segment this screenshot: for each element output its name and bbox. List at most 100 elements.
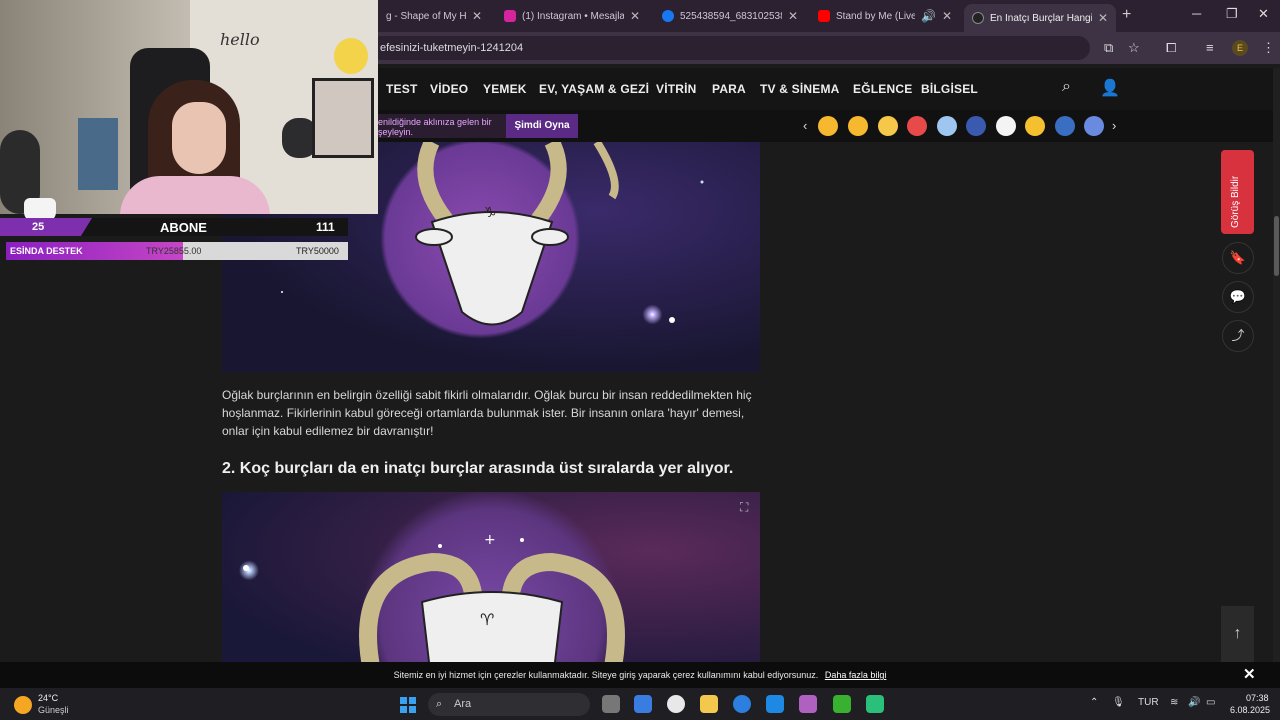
scrollbar-track[interactable] bbox=[1273, 68, 1280, 668]
chrome-icon[interactable] bbox=[667, 695, 685, 713]
share-icon[interactable]: ⤴ bbox=[1222, 320, 1254, 352]
weather-sun-icon[interactable] bbox=[14, 696, 32, 714]
nav-item-tv-sinema[interactable]: TV & SİNEMA bbox=[760, 82, 840, 96]
screen: g - Shape of My Hear ✕ (1) Instagram • M… bbox=[0, 0, 1280, 720]
webcam-painting bbox=[78, 118, 118, 190]
edge-icon[interactable] bbox=[733, 695, 751, 713]
facebook-icon bbox=[662, 10, 674, 22]
volume-icon[interactable]: 🔊 bbox=[1188, 697, 1200, 708]
webcam-duck-plush bbox=[334, 38, 368, 74]
copilot-icon[interactable] bbox=[634, 695, 652, 713]
webcam-person-face bbox=[172, 102, 226, 174]
save-bookmark-icon[interactable]: 🔖 bbox=[1222, 242, 1254, 274]
emoji-thinking-icon[interactable] bbox=[1025, 116, 1045, 136]
emoji-angry-icon[interactable] bbox=[907, 116, 927, 136]
xbox-icon[interactable] bbox=[833, 695, 851, 713]
close-icon[interactable]: ✕ bbox=[1098, 11, 1108, 25]
emoji-crying-icon[interactable] bbox=[848, 116, 868, 136]
restore-icon[interactable]: ❐ bbox=[1226, 6, 1238, 22]
wifi-icon[interactable]: ≋ bbox=[1170, 697, 1178, 708]
play-now-button[interactable]: Şimdi Oyna bbox=[506, 114, 578, 138]
donation-label: ESİNDA DESTEK bbox=[10, 246, 83, 256]
emoji-surprised-icon[interactable] bbox=[937, 116, 957, 136]
speaker-icon[interactable]: 🔊 bbox=[921, 9, 936, 23]
scrollbar-thumb[interactable] bbox=[1274, 216, 1279, 276]
emoji-badge2-icon[interactable] bbox=[1084, 116, 1104, 136]
subscriber-count: 111 bbox=[316, 220, 335, 234]
svg-text:♑: ♑ bbox=[484, 205, 497, 221]
task-view-icon[interactable] bbox=[602, 695, 620, 713]
taskbar-search-input[interactable]: Ara bbox=[428, 693, 590, 716]
reading-list-icon[interactable]: ≡ bbox=[1206, 40, 1214, 55]
weather-description[interactable]: Güneşli bbox=[38, 705, 69, 715]
tab-facebook[interactable]: 525438594_68310253808 ✕ bbox=[654, 4, 806, 28]
nav-item-vitrin[interactable]: VİTRİN bbox=[656, 82, 697, 96]
minimize-icon[interactable]: ─ bbox=[1192, 6, 1201, 21]
nav-item-test[interactable]: TEST bbox=[386, 82, 417, 96]
window-close-icon[interactable]: ✕ bbox=[1258, 6, 1269, 22]
app-icon[interactable] bbox=[799, 695, 817, 713]
tray-chevron-icon[interactable]: ⌃ bbox=[1090, 697, 1098, 708]
emoji-heart-eyes-icon[interactable] bbox=[818, 116, 838, 136]
user-icon[interactable]: 👤 bbox=[1100, 78, 1120, 98]
search-icon: ⌕ bbox=[436, 698, 443, 710]
donation-bar: ESİNDA DESTEK TRY25855.00 TRY50000 bbox=[6, 242, 348, 260]
close-icon[interactable]: ✕ bbox=[472, 9, 482, 23]
chevron-left-icon[interactable]: ‹ bbox=[803, 118, 807, 133]
comments-icon[interactable]: 💬 bbox=[1222, 281, 1254, 313]
bookmark-star-icon[interactable]: ☆ bbox=[1128, 40, 1140, 56]
nav-item-eglence[interactable]: EĞLENCE bbox=[853, 82, 912, 96]
close-icon[interactable]: ✕ bbox=[942, 9, 952, 23]
clock-date[interactable]: 6.08.2025 bbox=[1230, 705, 1270, 715]
section-heading: 2. Koç burçları da en inatçı burçlar ara… bbox=[222, 460, 734, 477]
feedback-button[interactable]: Görüş Bildir bbox=[1221, 150, 1254, 234]
promo-banner: enildiğinde aklınıza gelen bir şeyleyin.… bbox=[370, 114, 578, 138]
emoji-laughing-icon[interactable] bbox=[878, 116, 898, 136]
expand-icon[interactable]: ⛶ bbox=[740, 500, 748, 515]
close-icon[interactable]: ✕ bbox=[630, 9, 640, 23]
file-explorer-icon[interactable] bbox=[700, 695, 718, 713]
microphone-icon[interactable]: 🎙 bbox=[1112, 697, 1125, 708]
close-icon[interactable]: ✕ bbox=[788, 9, 798, 23]
start-button-icon[interactable] bbox=[400, 697, 416, 713]
tab-instagram[interactable]: (1) Instagram • Mesajlar ✕ bbox=[496, 4, 648, 28]
nav-item-bilgisel[interactable]: BİLGİSEL bbox=[921, 82, 978, 96]
tab-title: 525438594_68310253808 bbox=[680, 10, 782, 22]
extensions-icon[interactable]: ⧠ bbox=[1166, 40, 1176, 56]
clock-time[interactable]: 07:38 bbox=[1246, 693, 1269, 703]
tab-youtube[interactable]: Stand by Me (Live) - Y 🔊 ✕ bbox=[810, 4, 960, 28]
feedback-label: Görüş Bildir bbox=[1230, 175, 1241, 228]
weather-temperature[interactable]: 24°C bbox=[38, 693, 58, 703]
nav-item-para[interactable]: PARA bbox=[712, 82, 746, 96]
tab-title: g - Shape of My Hear bbox=[386, 10, 466, 22]
webcam-overlay: hello bbox=[0, 0, 378, 214]
webcam-person-body bbox=[120, 176, 270, 214]
donation-goal: TRY50000 bbox=[296, 246, 339, 256]
tab-active-article[interactable]: En İnatçı Burçlar Hangiler ✕ bbox=[964, 4, 1116, 32]
tab-spotify[interactable]: g - Shape of My Hear ✕ bbox=[378, 4, 490, 28]
search-icon[interactable]: ⌕ bbox=[1062, 78, 1071, 96]
emoji-white-icon[interactable] bbox=[996, 116, 1016, 136]
subscriber-label: ABONE bbox=[160, 220, 207, 235]
subscriber-goal-number: 25 bbox=[0, 218, 92, 236]
url-field[interactable]: efesinizi-tuketmeyin-1241204 bbox=[370, 36, 1090, 60]
app2-icon[interactable] bbox=[866, 695, 884, 713]
nav-item-yemek[interactable]: YEMEK bbox=[483, 82, 527, 96]
nav-item-video[interactable]: VİDEO bbox=[430, 82, 468, 96]
nav-item-ev-yasam-gezi[interactable]: EV, YAŞAM & GEZİ bbox=[539, 82, 649, 96]
scroll-to-top-button[interactable]: ↑ bbox=[1221, 606, 1254, 662]
svg-text:♈: ♈ bbox=[480, 610, 494, 629]
profile-avatar[interactable]: E bbox=[1232, 40, 1248, 56]
cookie-more-info-link[interactable]: Daha fazla bilgi bbox=[825, 670, 887, 680]
store-icon[interactable] bbox=[766, 695, 784, 713]
emoji-badge-icon[interactable] bbox=[966, 116, 986, 136]
battery-icon[interactable]: ▭ bbox=[1206, 697, 1215, 708]
menu-icon[interactable]: ⋮ bbox=[1262, 40, 1275, 56]
chevron-right-icon[interactable]: › bbox=[1112, 118, 1116, 133]
new-tab-icon[interactable]: + bbox=[1122, 6, 1131, 24]
cookie-banner: Sitemiz en iyi hizmet için çerezler kull… bbox=[0, 662, 1280, 688]
language-indicator[interactable]: TUR bbox=[1138, 697, 1159, 708]
install-app-icon[interactable]: ⧉ bbox=[1104, 40, 1113, 56]
cookie-close-icon[interactable]: ✕ bbox=[1243, 665, 1256, 683]
emoji-snowflake-icon[interactable] bbox=[1055, 116, 1075, 136]
